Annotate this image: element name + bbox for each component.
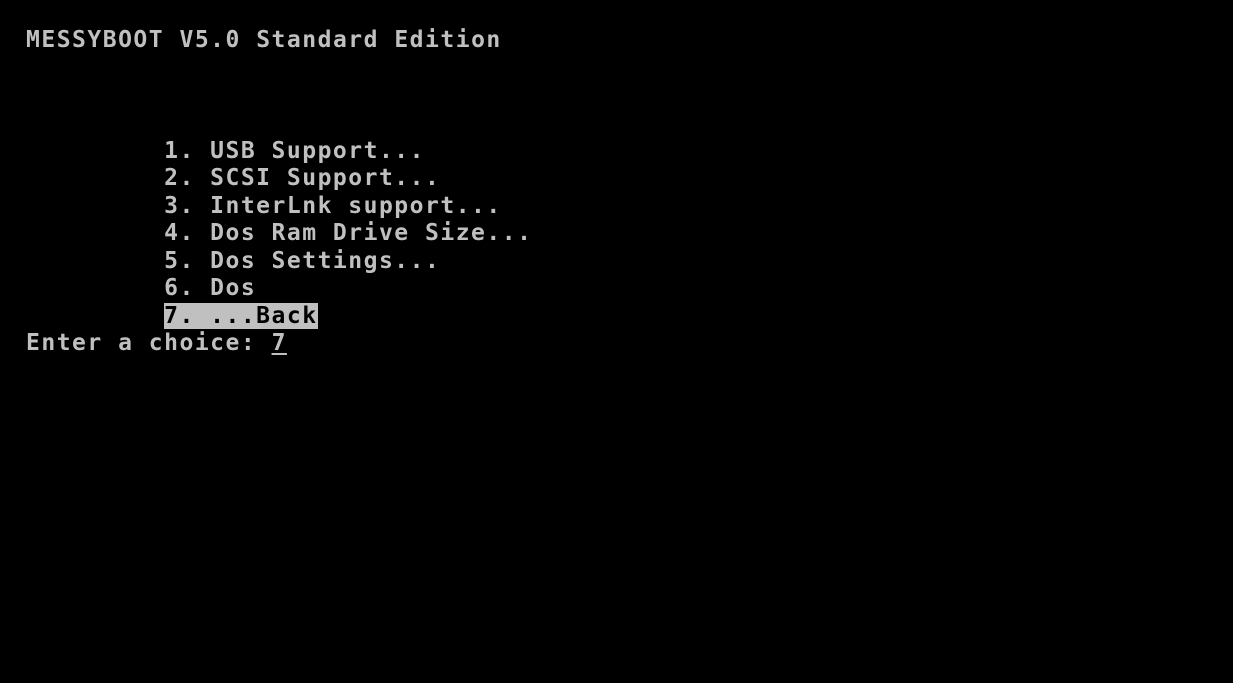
menu-item-label: 5. Dos Settings... [164,247,441,274]
boot-title: MESSYBOOT V5.0 Standard Edition [26,27,502,53]
menu-item-label: 4. Dos Ram Drive Size... [164,220,533,246]
boot-screen: MESSYBOOT V5.0 Standard Edition 1. USB S… [0,0,1233,683]
menu-item-usb-support[interactable]: 1. USB Support... [72,110,532,164]
choice-input-value[interactable]: 7 [272,330,287,356]
boot-menu: 1. USB Support... 2. SCSI Support... 3. … [72,110,533,329]
choice-prompt[interactable]: Enter a choice: 7 [26,330,287,357]
menu-item-label: 7. ...Back [164,302,318,329]
menu-item-label: 1. USB Support... [164,137,425,164]
choice-prompt-label: Enter a choice: [26,330,272,356]
menu-item-label: 3. InterLnk support... [164,192,502,219]
menu-item-label: 6. Dos [164,275,257,301]
menu-item-label: 2. SCSI Support... [164,165,441,191]
